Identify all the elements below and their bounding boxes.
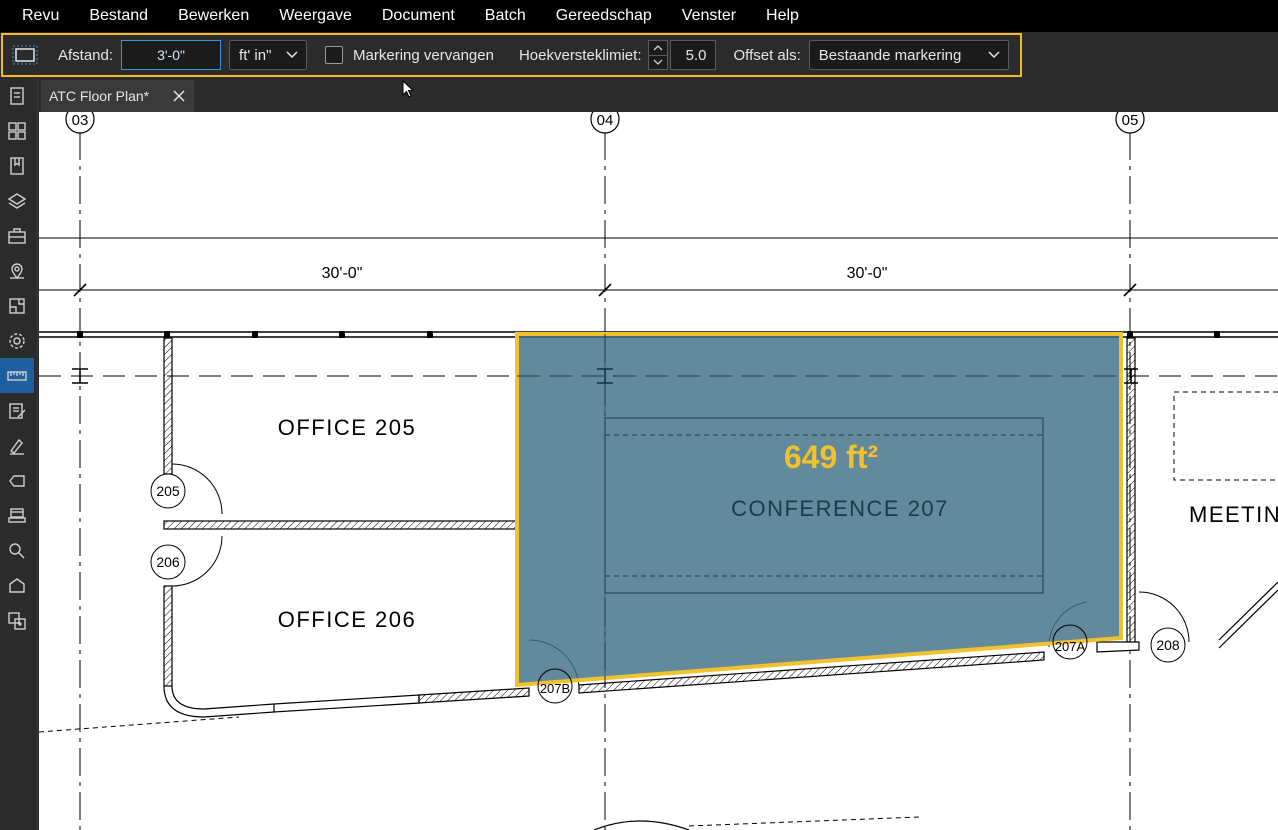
svg-text:207A: 207A [1055, 639, 1086, 654]
grid-label-04: 04 [597, 112, 614, 129]
app-window: Revu Bestand Bewerken Weergave Document … [0, 0, 1278, 830]
layers-icon[interactable] [0, 183, 34, 218]
distance-label: Afstand: [58, 46, 114, 64]
floor-plan-drawing: 03 04 05 30'-0" 30'-0" OFFICE 205 OFFICE… [39, 112, 1278, 830]
offset-select-value: Bestaande markering [818, 46, 962, 64]
room-label-office-205: OFFICE 205 [278, 415, 416, 440]
rectangle-dashed-icon[interactable] [8, 40, 42, 70]
toolbox-icon[interactable] [0, 218, 34, 253]
distance-input[interactable] [121, 40, 222, 70]
dimension-text-2: 30'-0" [847, 265, 888, 282]
close-icon[interactable] [172, 89, 186, 103]
room-label-conference-207: CONFERENCE 207 [731, 496, 949, 521]
stamp-icon[interactable] [0, 498, 34, 533]
replace-markup-checkbox[interactable] [325, 46, 344, 64]
document-tab-bar: ATC Floor Plan* [39, 78, 1278, 112]
area-measurement-label[interactable]: 649 ft² [784, 439, 878, 475]
dimension-text-1: 30'-0" [322, 265, 363, 282]
svg-text:207B: 207B [540, 681, 570, 696]
shape-icon[interactable] [0, 568, 34, 603]
grid-bubble-05: 05 [1115, 112, 1145, 134]
markups-list-icon[interactable] [0, 393, 34, 428]
dimension-lines [39, 237, 1278, 297]
tab-atc-floor-plan[interactable]: ATC Floor Plan* [41, 80, 194, 112]
menu-bewerken[interactable]: Bewerken [163, 0, 264, 32]
menu-gereedschap[interactable]: Gereedschap [541, 0, 667, 32]
menu-document[interactable]: Document [367, 0, 470, 32]
file-icon[interactable] [0, 78, 34, 113]
svg-text:208: 208 [1156, 637, 1180, 653]
menu-help[interactable]: Help [751, 0, 814, 32]
menu-weergave[interactable]: Weergave [264, 0, 367, 32]
svg-text:205: 205 [156, 483, 180, 499]
grid-bubble-04: 04 [590, 112, 620, 134]
door-tag-206: 206 [150, 544, 186, 580]
unit-select[interactable]: ft' in" [229, 40, 308, 70]
chevron-down-icon [286, 51, 298, 59]
door-tag-205: 205 [150, 473, 186, 509]
location-icon[interactable] [0, 253, 34, 288]
offset-label: Offset als: [733, 46, 801, 64]
mouse-cursor-icon [402, 80, 415, 98]
grid-bubble-03: 03 [65, 112, 95, 134]
room-label-office-206: OFFICE 206 [278, 607, 416, 632]
menu-venster[interactable]: Venster [667, 0, 751, 32]
door-tag-208: 208 [1150, 627, 1186, 663]
angle-limit-spinner [647, 40, 668, 70]
chevron-down-icon [653, 59, 662, 66]
left-sidebar [0, 78, 38, 830]
spin-down-button[interactable] [648, 54, 667, 70]
angle-limit-label: Hoekversteklimiet: [518, 46, 642, 64]
menu-batch[interactable]: Batch [470, 0, 541, 32]
properties-toolbar: Afstand: ft' in" Markering vervangen Hoe… [0, 32, 1278, 78]
chevron-up-icon [653, 44, 662, 51]
tab-label: ATC Floor Plan* [49, 88, 150, 104]
toolbar-highlight-frame: Afstand: ft' in" Markering vervangen Hoe… [1, 33, 1022, 77]
menu-bestand[interactable]: Bestand [74, 0, 163, 32]
drawing-canvas[interactable]: 03 04 05 30'-0" 30'-0" OFFICE 205 OFFICE… [39, 112, 1278, 830]
svg-text:206: 206 [156, 554, 180, 570]
unit-select-value: ft' in" [239, 46, 272, 64]
meeting-table [1173, 391, 1278, 481]
grid-label-03: 03 [72, 112, 89, 129]
thumbnails-icon[interactable] [0, 113, 34, 148]
spaces-icon[interactable] [0, 288, 34, 323]
spin-up-button[interactable] [649, 41, 667, 55]
settings-icon[interactable] [0, 323, 34, 358]
menu-bar: Revu Bestand Bewerken Weergave Document … [0, 0, 1278, 32]
angle-limit-input[interactable] [669, 40, 716, 70]
search-icon[interactable] [0, 533, 34, 568]
tag-icon[interactable] [0, 463, 34, 498]
replace-markup-label: Markering vervangen [353, 46, 494, 64]
room-label-meeting: MEETING [1189, 502, 1278, 527]
grid-label-05: 05 [1122, 112, 1139, 129]
offset-select[interactable]: Bestaande markering [808, 40, 1009, 70]
measure-icon[interactable] [0, 358, 34, 393]
menu-revu[interactable]: Revu [0, 0, 74, 32]
chevron-down-icon [988, 51, 1000, 59]
signature-icon[interactable] [0, 428, 34, 463]
bookmark-icon[interactable] [0, 148, 34, 183]
compare-icon[interactable] [0, 603, 34, 638]
